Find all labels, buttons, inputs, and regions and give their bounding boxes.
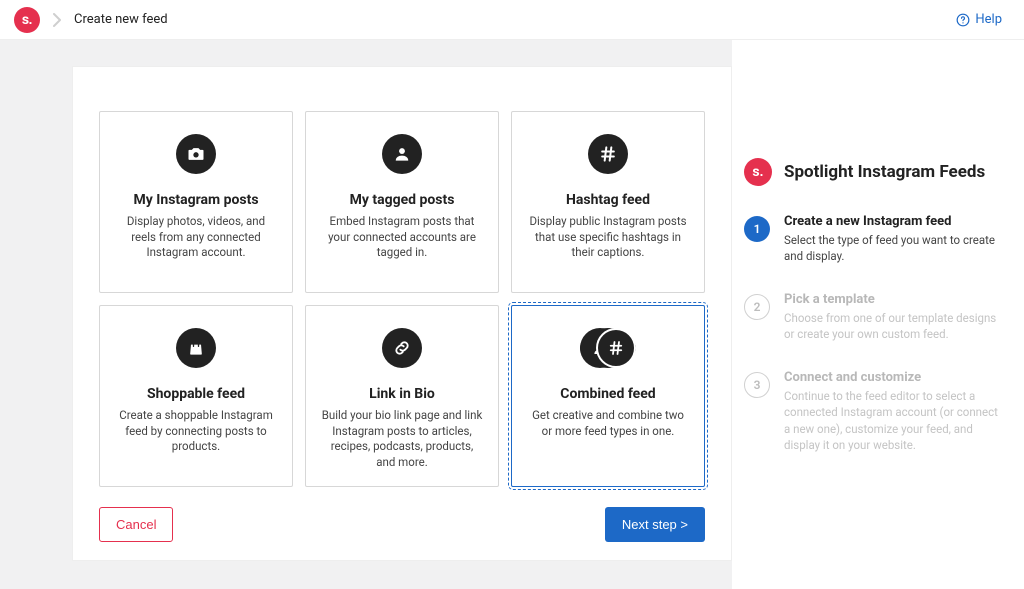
tile-hashtag-feed[interactable]: Hashtag feed Display public Instagram po… [511,111,705,293]
tile-link-in-bio[interactable]: Link in Bio Build your bio link page and… [305,305,499,487]
app-header: s. Create new feed Help [0,0,1024,40]
next-step-button[interactable]: Next step > [605,507,705,542]
tile-title: Shoppable feed [147,386,245,402]
tile-shoppable-feed[interactable]: Shoppable feed Create a shoppable Instag… [99,305,293,487]
sidebar-logo: s. [744,158,772,186]
tile-desc: Create a shoppable Instagram feed by con… [114,408,278,455]
step-number: 1 [744,216,770,242]
tile-desc: Display public Instagram posts that use … [526,214,690,261]
help-label: Help [975,12,1002,27]
camera-icon [176,134,216,174]
combined-icon [580,328,636,368]
tile-my-tagged-posts[interactable]: My tagged posts Embed Instagram posts th… [305,111,499,293]
step-3: 3 Connect and customize Continue to the … [744,370,1006,452]
step-number: 3 [744,372,770,398]
chevron-right-icon [52,13,62,27]
sidebar-header: s. Spotlight Instagram Feeds [744,158,1006,186]
sidebar-title: Spotlight Instagram Feeds [784,162,985,182]
tile-desc: Embed Instagram posts that your connecte… [320,214,484,261]
tile-desc: Build your bio link page and link Instag… [320,408,484,470]
feed-type-panel: My Instagram posts Display photos, video… [72,66,732,561]
tile-desc: Display photos, videos, and reels from a… [114,214,278,261]
step-title: Pick a template [784,292,1006,307]
tile-my-instagram-posts[interactable]: My Instagram posts Display photos, video… [99,111,293,293]
tile-title: My tagged posts [350,192,455,208]
link-icon [382,328,422,368]
step-2: 2 Pick a template Choose from one of our… [744,292,1006,342]
step-title: Connect and customize [784,370,1006,385]
tile-desc: Get creative and combine two or more fee… [526,408,690,439]
main-column: My Instagram posts Display photos, video… [0,40,732,589]
tile-title: Combined feed [560,386,655,402]
help-link[interactable]: Help [956,12,1002,27]
hashtag-icon [588,134,628,174]
tile-title: Link in Bio [369,386,435,402]
step-1: 1 Create a new Instagram feed Select the… [744,214,1006,264]
sidebar: s. Spotlight Instagram Feeds 1 Create a … [732,40,1024,589]
cancel-button[interactable]: Cancel [99,507,173,542]
header-left: s. Create new feed [14,7,168,33]
feed-type-grid: My Instagram posts Display photos, video… [99,111,705,487]
person-icon [382,134,422,174]
breadcrumb: Create new feed [74,12,168,27]
step-desc: Choose from one of our template designs … [784,310,1006,342]
tile-combined-feed[interactable]: Combined feed Get creative and combine t… [511,305,705,487]
step-desc: Select the type of feed you want to crea… [784,232,1006,264]
app-logo[interactable]: s. [14,7,40,33]
step-desc: Continue to the feed editor to select a … [784,388,1006,452]
app-body: My Instagram posts Display photos, video… [0,40,1024,589]
tile-title: My Instagram posts [133,192,258,208]
tile-title: Hashtag feed [566,192,650,208]
shopping-bag-icon [176,328,216,368]
help-icon [956,13,970,27]
step-title: Create a new Instagram feed [784,214,1006,229]
app-logo-text: s. [22,12,32,28]
step-number: 2 [744,294,770,320]
panel-footer: Cancel Next step > [99,507,705,542]
sidebar-logo-text: s. [752,164,763,180]
